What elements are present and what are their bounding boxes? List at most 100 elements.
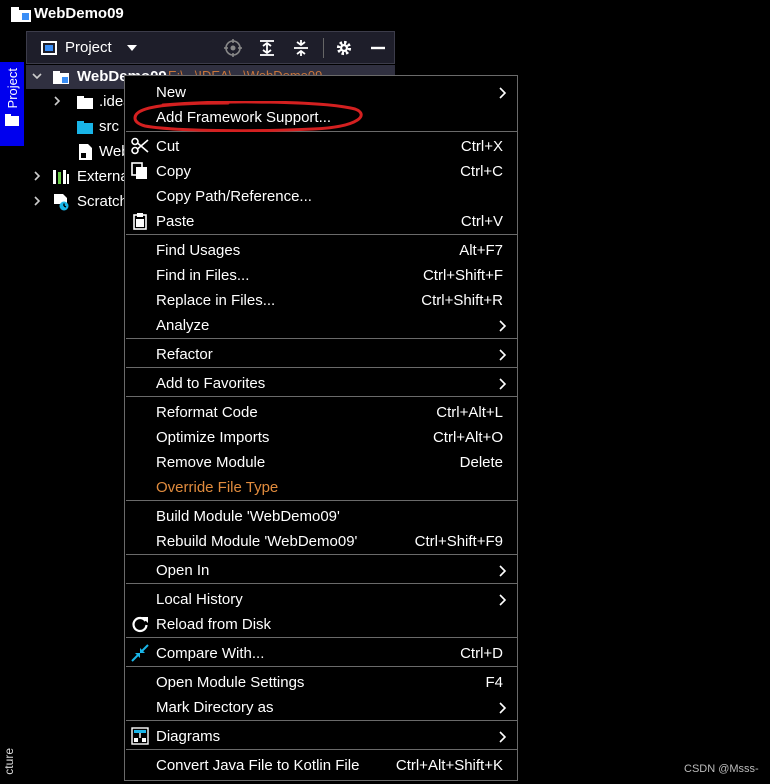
scissors-icon [131,137,149,155]
menu-separator [126,500,518,501]
menu-item-label: Compare With... [156,645,265,662]
menu-item-refactor[interactable]: Refactor [125,342,517,367]
chevron-right-icon[interactable] [32,171,42,181]
chevron-right-icon [499,87,507,99]
menu-item-open-module-settings[interactable]: Open Module Settings F4 [125,670,517,695]
menu-item-shortcut: Ctrl+Shift+F9 [414,533,503,550]
project-folder-icon [11,7,31,22]
menu-separator [126,554,518,555]
menu-separator [126,367,518,368]
menu-item-shortcut: Ctrl+C [460,163,503,180]
menu-item-label: Build Module 'WebDemo09' [156,508,340,525]
menu-item-add-to-favorites[interactable]: Add to Favorites [125,371,517,396]
menu-item-reformat-code[interactable]: Reformat Code Ctrl+Alt+L [125,400,517,425]
compare-arrows-icon [131,644,149,662]
chevron-right-icon [499,565,507,577]
menu-item-copy-path[interactable]: Copy Path/Reference... [125,184,517,209]
menu-item-convert-java-to-kotlin[interactable]: Convert Java File to Kotlin File Ctrl+Al… [125,753,517,778]
chevron-right-icon [499,349,507,361]
menu-item-label: Cut [156,138,180,155]
window-title: WebDemo09 [34,5,124,22]
menu-item-paste[interactable]: Paste Ctrl+V [125,209,517,234]
menu-item-label: Analyze [156,317,210,334]
menu-item-shortcut: Ctrl+Shift+F [422,267,503,284]
menu-item-find-in-files[interactable]: Find in Files... Ctrl+Shift+F [125,263,517,288]
gear-icon[interactable] [335,39,353,57]
menu-item-diagrams[interactable]: Diagrams [125,724,517,749]
chevron-down-icon[interactable] [32,71,42,81]
refresh-icon [132,616,148,633]
tree-row-external[interactable]: External [26,165,132,189]
menu-item-label: Open Module Settings [156,674,305,691]
menu-item-shortcut: F4 [485,674,503,691]
menu-item-shortcut: Ctrl+Shift+R [421,292,503,309]
menu-item-find-usages[interactable]: Find Usages Alt+F7 [125,238,517,263]
project-panel-header: Project [26,31,395,64]
menu-item-shortcut: Alt+F7 [459,242,503,259]
menu-item-label: Reload from Disk [156,616,272,633]
menu-item-label: Find in Files... [156,267,250,284]
menu-item-mark-directory-as[interactable]: Mark Directory as [125,695,517,720]
menu-item-compare-with[interactable]: Compare With... Ctrl+D [125,641,517,666]
structure-tool-tab-label: cture [2,748,16,775]
chevron-right-icon[interactable] [32,196,42,206]
menu-item-label: Convert Java File to Kotlin File [156,757,360,774]
menu-item-remove-module[interactable]: Remove Module Delete [125,450,517,475]
copy-icon [131,162,147,179]
menu-item-analyze[interactable]: Analyze [125,313,517,338]
menu-item-build-module[interactable]: Build Module 'WebDemo09' [125,504,517,529]
project-view-icon [41,41,57,55]
menu-item-shortcut: Ctrl+Alt+L [436,404,503,421]
menu-item-reload-from-disk[interactable]: Reload from Disk [125,612,517,637]
menu-item-shortcut: Ctrl+Alt+O [432,429,503,446]
watermark: CSDN @Msss- [684,763,759,775]
scratch-icon [54,194,69,211]
menu-item-shortcut: Delete [459,454,503,471]
folder-icon [5,114,19,127]
menu-item-optimize-imports[interactable]: Optimize Imports Ctrl+Alt+O [125,425,517,450]
menu-separator [126,749,518,750]
menu-separator [126,666,518,667]
library-icon [53,170,69,184]
menu-item-label: Optimize Imports [156,429,270,446]
menu-item-label: Override File Type [156,479,279,496]
left-tool-strip: Project [0,30,24,784]
menu-item-open-in[interactable]: Open In [125,558,517,583]
chevron-right-icon [499,731,507,743]
tree-row-scratch[interactable]: Scratch [26,190,128,214]
menu-item-override-file-type[interactable]: Override File Type [125,475,517,500]
tree-row-idea[interactable]: .idea [26,90,132,114]
menu-item-rebuild-module[interactable]: Rebuild Module 'WebDemo09' Ctrl+Shift+F9 [125,529,517,554]
tree-row-web[interactable]: Web [26,140,130,164]
menu-item-label: Replace in Files... [156,292,276,309]
menu-item-label: Reformat Code [156,404,258,421]
menu-item-label: Open In [156,562,210,579]
annotation-highlight-ellipse [133,101,363,132]
project-tool-tab-label: Project [4,68,20,109]
project-view-label[interactable]: Project [65,39,112,56]
expand-all-icon[interactable] [258,39,276,57]
menu-item-shortcut: Ctrl+X [460,138,503,155]
chevron-right-icon [499,320,507,332]
menu-separator [126,637,518,638]
file-icon [79,144,92,160]
menu-item-label: Local History [156,591,243,608]
collapse-all-icon[interactable] [292,39,310,57]
menu-item-replace-in-files[interactable]: Replace in Files... Ctrl+Shift+R [125,288,517,313]
source-folder-icon [77,121,93,134]
minimize-icon[interactable] [369,39,387,57]
menu-separator [126,396,518,397]
chevron-right-icon[interactable] [52,96,62,106]
menu-item-cut[interactable]: Cut Ctrl+X [125,134,517,159]
menu-item-label: New [156,84,187,101]
menu-item-copy[interactable]: Copy Ctrl+C [125,159,517,184]
tree-label-scratch: Scratch [77,193,128,210]
structure-tool-tab[interactable]: cture [2,748,22,784]
menu-item-local-history[interactable]: Local History [125,587,517,612]
project-tool-tab[interactable]: Project [0,62,24,146]
tree-row-src[interactable]: src [26,115,126,139]
locate-icon[interactable] [224,39,242,57]
chevron-down-icon[interactable] [127,45,137,51]
folder-icon [77,96,93,109]
menu-item-shortcut: Ctrl+V [460,213,503,230]
